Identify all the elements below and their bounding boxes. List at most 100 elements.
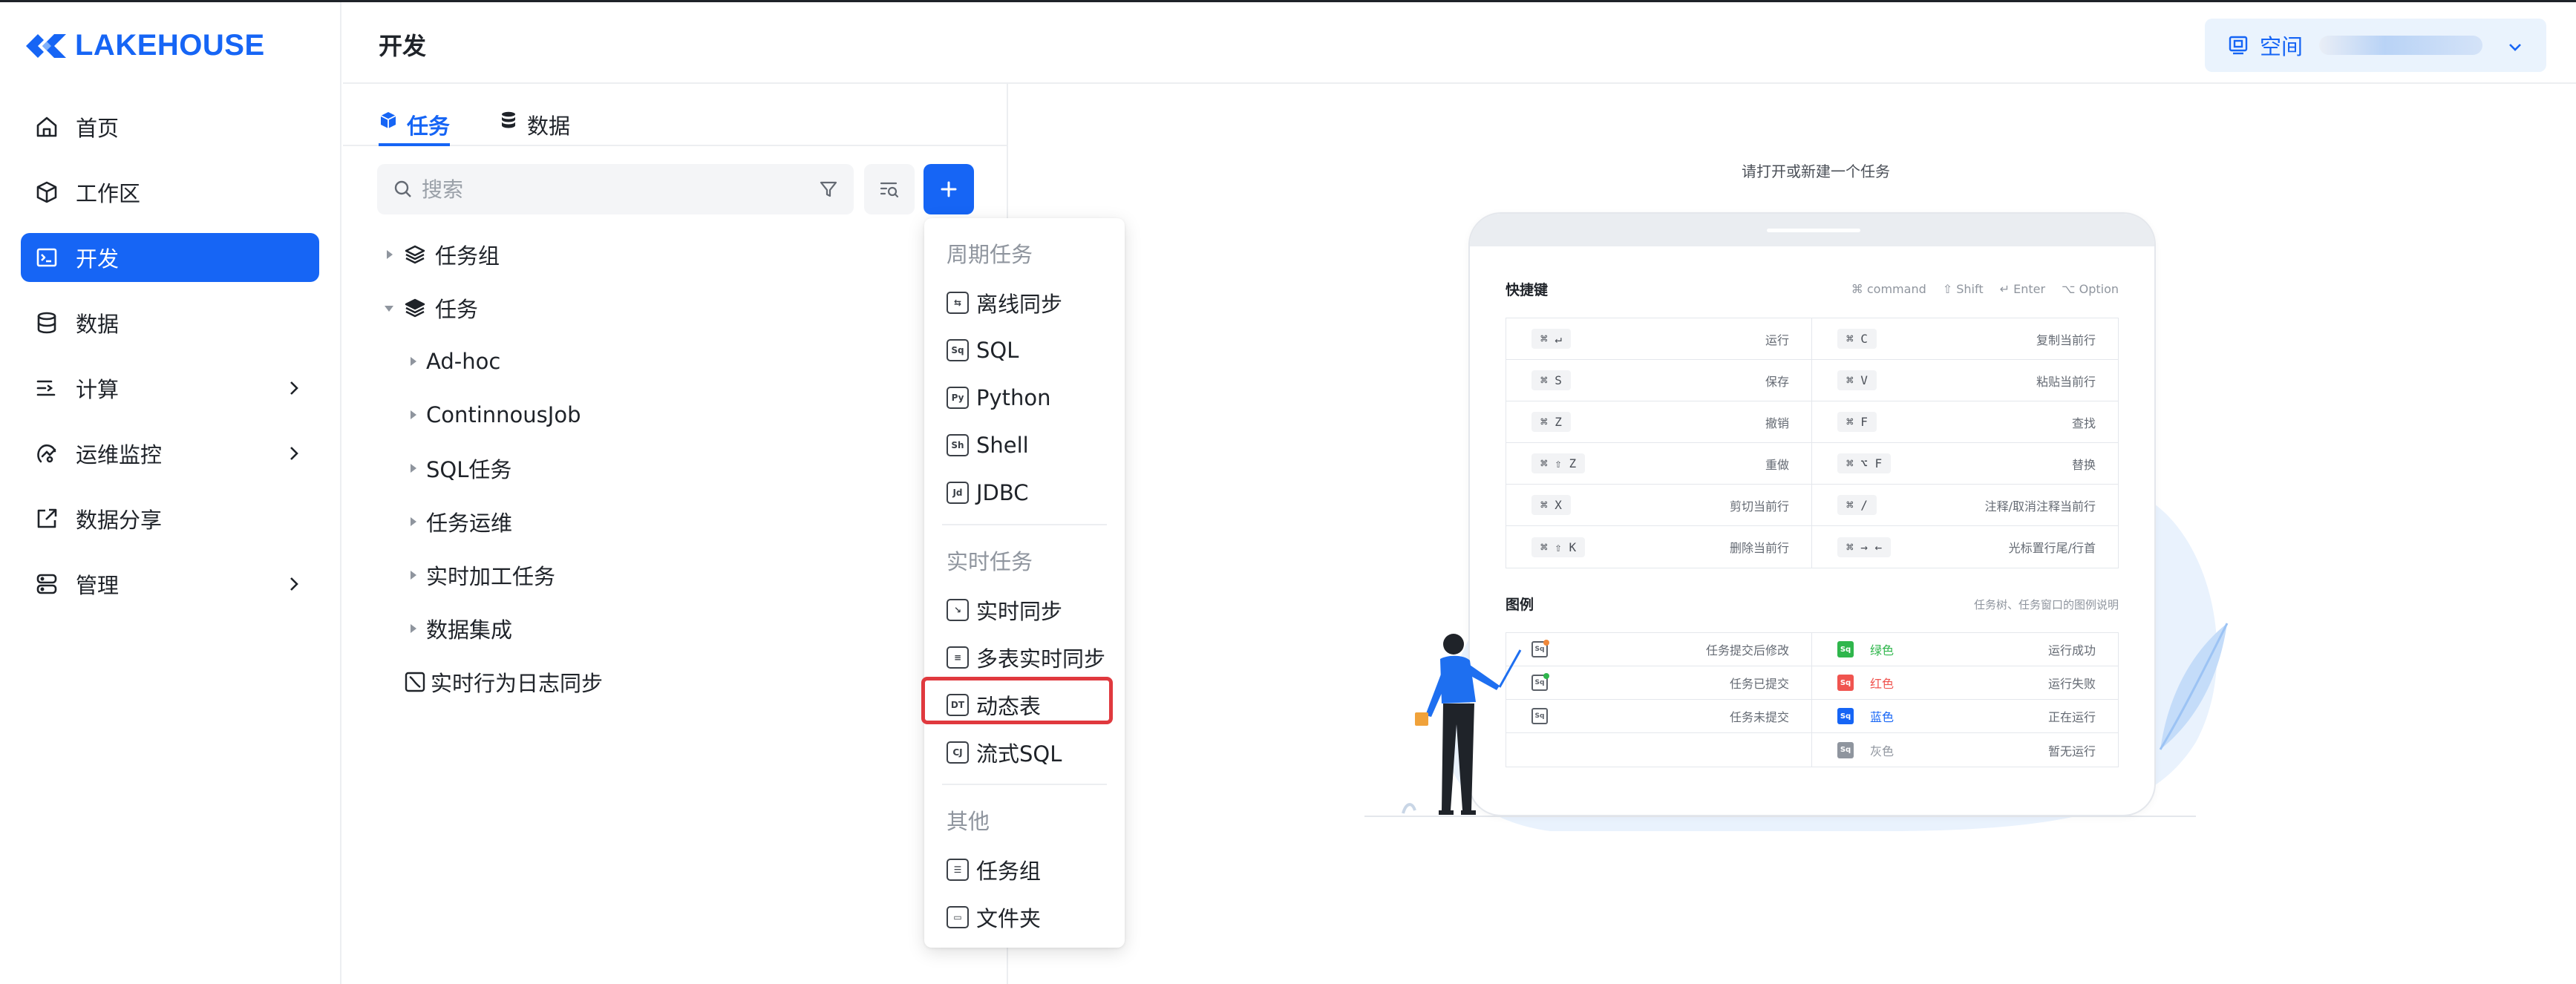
search-box — [377, 164, 854, 214]
chevron-right-icon — [290, 447, 298, 460]
database-icon — [502, 111, 515, 128]
tree-item-label: 任务 — [435, 297, 479, 322]
tree-item-tasks[interactable]: 任务 — [343, 281, 1008, 335]
search-icon — [394, 180, 411, 197]
caret-right-icon[interactable] — [408, 462, 419, 474]
menu-item-label: 实时同步 — [976, 599, 1063, 624]
sidebar-item-workspace[interactable]: 工作区 — [21, 168, 319, 217]
sidebar-item-share[interactable]: 数据分享 — [21, 494, 319, 543]
space-selector[interactable]: 空间 c — [2205, 19, 2546, 72]
legend-color-name: 红色 — [1870, 677, 1895, 691]
menu-item-offline-sync[interactable]: ⇆ 离线同步 — [947, 282, 1062, 324]
caret-right-icon[interactable] — [408, 516, 419, 528]
caret-right-icon[interactable] — [408, 623, 419, 634]
shortcut-table: ⌘ ↵ 运行 ⌘ C 复制当前行 ⌘ S 保存 ⌘ V 粘贴当前行 ⌘ Z 撤销 ⌘ F 查… — [1506, 318, 2119, 568]
filter-icon[interactable] — [818, 179, 839, 200]
shortcut-action: 注释/取消注释当前行 — [1984, 499, 2096, 514]
share-icon — [33, 505, 61, 533]
space-icon — [2229, 36, 2248, 55]
tree-item-task-ops[interactable]: 任务运维 — [343, 495, 1008, 548]
menu-divider — [942, 524, 1107, 525]
menu-item-jdbc[interactable]: Jd JDBC — [947, 472, 1029, 514]
menu-divider — [942, 784, 1107, 785]
tab-data[interactable]: 数据 — [499, 99, 570, 146]
menu-item-multi-table-sync[interactable]: ≡ 多表实时同步 — [947, 637, 1105, 678]
menu-item-label: 文件夹 — [976, 906, 1042, 931]
shortcut-keys: ⌘ C — [1837, 329, 1877, 349]
terminal-icon — [33, 243, 61, 272]
shortcut-keys: ⌘ ⇧ Z — [1531, 453, 1586, 473]
tree-item-data-integration[interactable]: 数据集成 — [343, 602, 1008, 655]
sidebar-item-label: 运维监控 — [76, 442, 163, 468]
table-row: Sq 灰色 暂无运行 — [1506, 733, 2118, 767]
shortcut-action: 复制当前行 — [2036, 332, 2096, 347]
sidebar-item-data[interactable]: 数据 — [21, 298, 319, 347]
streaming-sql-icon: CJ — [947, 741, 969, 764]
menu-item-task-group[interactable]: ☰ 任务组 — [947, 849, 1041, 890]
multi-table-sync-icon: ≡ — [947, 646, 969, 669]
caret-right-icon[interactable] — [408, 409, 419, 421]
table-row: Sq 任务已提交 Sq 红色 运行失败 — [1506, 666, 2118, 700]
caret-right-icon[interactable] — [385, 249, 395, 260]
table-row: ⌘ Z 撤销 ⌘ F 查找 — [1506, 401, 2118, 443]
status-red-icon: Sq — [1837, 675, 1854, 691]
search-input[interactable] — [422, 177, 808, 202]
legend-title: 图例 — [1506, 597, 1534, 613]
sidebar-item-label: 开发 — [76, 246, 120, 272]
chevron-right-icon — [290, 577, 298, 591]
page-title: 开发 — [379, 32, 427, 60]
sidebar-item-compute[interactable]: 计算 — [21, 364, 319, 413]
sidebar-item-develop[interactable]: 开发 — [21, 233, 319, 282]
tree-item-realtime-log-sync[interactable]: 实时行为日志同步 — [343, 655, 1008, 709]
caret-down-icon[interactable] — [383, 304, 395, 314]
brand-logo[interactable]: LAKEHOUSE — [24, 29, 265, 62]
menu-item-python[interactable]: Py Python — [947, 377, 1051, 419]
menu-item-folder[interactable]: ▭ 文件夹 — [947, 896, 1041, 938]
add-task-button[interactable] — [923, 164, 974, 214]
leaf-illustration — [2159, 623, 2229, 750]
sidebar-item-manage[interactable]: 管理 — [21, 560, 319, 609]
open-task-hint: 请打开或新建一个任务 — [1742, 163, 1890, 180]
sort-button[interactable] — [864, 164, 915, 214]
layers-icon — [405, 245, 425, 264]
caret-right-icon[interactable] — [408, 569, 419, 581]
menu-item-label: JDBC — [976, 480, 1029, 505]
legend-label: 任务提交后修改 — [1705, 643, 1789, 657]
lakehouse-logo-icon — [26, 33, 66, 58]
space-value: c — [2319, 36, 2483, 55]
sidebar-item-monitor[interactable]: 运维监控 — [21, 429, 319, 478]
page-header: 开发 空间 c — [343, 2, 2576, 84]
menu-group-realtime: 实时任务 — [947, 549, 1033, 574]
table-row: ⌘ X 剪切当前行 ⌘ / 注释/取消注释当前行 — [1506, 485, 2118, 526]
device-top-bar — [1470, 214, 2154, 246]
legend-table: Sq 任务提交后修改 Sq 绿色 运行成功 Sq 任务已提交 Sq 红色 运行失… — [1506, 632, 2119, 767]
tree-item-realtime-processing[interactable]: 实时加工任务 — [343, 548, 1008, 602]
table-row: ⌘ S 保存 ⌘ V 粘贴当前行 — [1506, 360, 2118, 401]
server-icon — [33, 570, 61, 598]
tree-item-adhoc[interactable]: Ad-hoc — [343, 335, 1008, 388]
caret-right-icon[interactable] — [408, 355, 419, 367]
sidebar-nav: 首页 工作区 开发 数据 计算 运维监控 数据分享 管理 — [21, 102, 319, 625]
highlight-box — [921, 677, 1113, 724]
menu-item-sql[interactable]: Sq SQL — [947, 329, 1019, 371]
shortcut-keys: ⌘ ⌥ F — [1837, 453, 1892, 473]
shortcut-action: 剪切当前行 — [1729, 499, 1789, 514]
menu-item-realtime-sync[interactable]: ↘ 实时同步 — [947, 589, 1062, 631]
tree-item-task-group[interactable]: 任务组 — [343, 228, 1008, 281]
tree-item-continnousjob[interactable]: ContinnousJob — [343, 388, 1008, 442]
shortcut-action: 重做 — [1765, 457, 1789, 472]
legend-color-name: 蓝色 — [1870, 710, 1895, 724]
tab-tasks[interactable]: 任务 — [379, 99, 451, 146]
plus-icon — [941, 181, 957, 197]
realtime-sync-icon: ↘ — [947, 599, 969, 621]
menu-item-shell[interactable]: Sh Shell — [947, 424, 1029, 466]
sidebar-item-label: 数据 — [76, 312, 120, 337]
tree-item-sql-task[interactable]: SQL任务 — [343, 442, 1008, 495]
shortcut-action: 删除当前行 — [1729, 541, 1789, 555]
shortcut-keys: ⌘ ↵ — [1531, 329, 1571, 349]
sidebar-item-home[interactable]: 首页 — [21, 102, 319, 151]
shortcut-action: 光标置行尾/行首 — [2008, 541, 2096, 555]
tree-item-label: 任务组 — [435, 243, 500, 269]
menu-item-streaming-sql[interactable]: CJ 流式SQL — [947, 732, 1062, 773]
legend-color-name: 绿色 — [1870, 643, 1895, 657]
